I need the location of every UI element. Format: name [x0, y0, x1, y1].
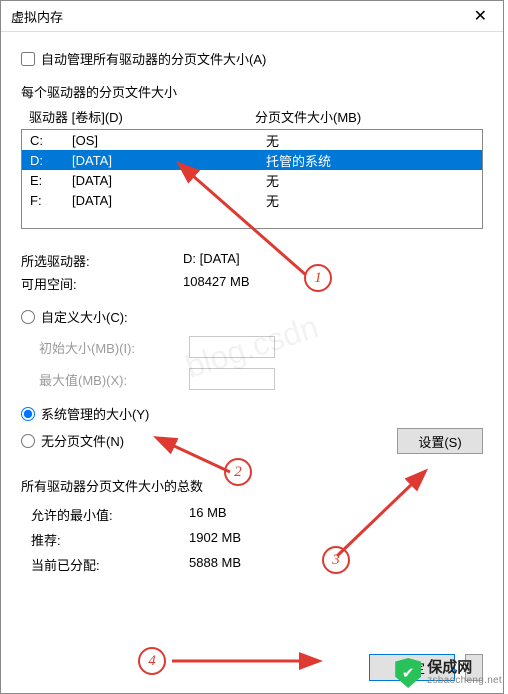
titlebar: 虚拟内存 ✕: [1, 1, 503, 32]
min-value: 16 MB: [189, 505, 483, 524]
window-title: 虚拟内存: [11, 7, 63, 26]
drive-list[interactable]: C:[OS]无D:[DATA]托管的系统E:[DATA]无F:[DATA]无: [21, 129, 483, 229]
drive-row[interactable]: C:[OS]无: [22, 130, 482, 150]
free-space-value: 108427 MB: [183, 274, 483, 293]
close-icon[interactable]: ✕: [466, 6, 495, 26]
initial-size-label: 初始大小(MB)(I):: [21, 338, 189, 357]
drive-paging: 托管的系统: [266, 151, 474, 170]
drive-columns: 驱动器 [卷标](D) 分页文件大小(MB): [21, 107, 483, 129]
watermark-url: zsbaocheng.net: [427, 676, 502, 687]
totals-heading: 所有驱动器分页文件大小的总数: [21, 476, 483, 495]
cur-row: 当前已分配: 5888 MB: [21, 555, 483, 574]
rec-label: 推荐:: [31, 530, 189, 549]
max-size-row: 最大值(MB)(X):: [21, 368, 483, 390]
custom-size-label: 自定义大小(C):: [41, 307, 128, 326]
drive-label: [OS]: [72, 133, 266, 148]
drive-letter: F:: [30, 193, 72, 208]
max-size-input: [189, 368, 275, 390]
drive-paging: 无: [266, 171, 474, 190]
custom-size-radio-row[interactable]: 自定义大小(C):: [21, 307, 483, 326]
col-paging: 分页文件大小(MB): [255, 107, 479, 126]
drive-row[interactable]: D:[DATA]托管的系统: [22, 150, 482, 170]
no-paging-label: 无分页文件(N): [41, 431, 124, 450]
virtual-memory-dialog: 虚拟内存 ✕ 自动管理所有驱动器的分页文件大小(A) 每个驱动器的分页文件大小 …: [0, 0, 504, 694]
auto-manage-row[interactable]: 自动管理所有驱动器的分页文件大小(A): [21, 49, 483, 68]
drives-heading: 每个驱动器的分页文件大小: [21, 82, 483, 101]
cur-value: 5888 MB: [189, 555, 483, 574]
drive-letter: D:: [30, 153, 72, 168]
auto-manage-checkbox[interactable]: [21, 52, 35, 66]
shield-icon: ✔: [395, 658, 421, 688]
selected-drive-value: D: [DATA]: [183, 251, 483, 270]
cur-label: 当前已分配:: [31, 555, 189, 574]
drive-row[interactable]: F:[DATA]无: [22, 190, 482, 210]
drive-label: [DATA]: [72, 153, 266, 168]
min-row: 允许的最小值: 16 MB: [21, 505, 483, 524]
initial-size-row: 初始大小(MB)(I):: [21, 336, 483, 358]
initial-size-input: [189, 336, 275, 358]
max-size-label: 最大值(MB)(X):: [21, 370, 189, 389]
min-label: 允许的最小值:: [31, 505, 189, 524]
drive-letter: E:: [30, 173, 72, 188]
selected-drive-row: 所选驱动器: D: [DATA]: [21, 251, 483, 270]
drive-letter: C:: [30, 133, 72, 148]
drive-paging: 无: [266, 191, 474, 210]
free-space-row: 可用空间: 108427 MB: [21, 274, 483, 293]
drive-paging: 无: [266, 131, 474, 150]
free-space-label: 可用空间:: [21, 274, 183, 293]
auto-manage-label: 自动管理所有驱动器的分页文件大小(A): [41, 49, 266, 68]
site-watermark: ✔ 保成网 zsbaocheng.net: [395, 658, 502, 688]
drive-label: [DATA]: [72, 173, 266, 188]
rec-value: 1902 MB: [189, 530, 483, 549]
system-managed-radio[interactable]: [21, 407, 35, 421]
set-button[interactable]: 设置(S): [397, 428, 483, 454]
rec-row: 推荐: 1902 MB: [21, 530, 483, 549]
no-paging-radio[interactable]: [21, 434, 35, 448]
system-managed-radio-row[interactable]: 系统管理的大小(Y): [21, 404, 483, 423]
custom-size-radio[interactable]: [21, 310, 35, 324]
col-drive: 驱动器 [卷标](D): [29, 107, 255, 126]
drive-row[interactable]: E:[DATA]无: [22, 170, 482, 190]
watermark-name: 保成网: [427, 660, 502, 676]
selected-drive-label: 所选驱动器:: [21, 251, 183, 270]
system-managed-label: 系统管理的大小(Y): [41, 404, 149, 423]
drive-label: [DATA]: [72, 193, 266, 208]
dialog-content: 自动管理所有驱动器的分页文件大小(A) 每个驱动器的分页文件大小 驱动器 [卷标…: [1, 32, 503, 584]
